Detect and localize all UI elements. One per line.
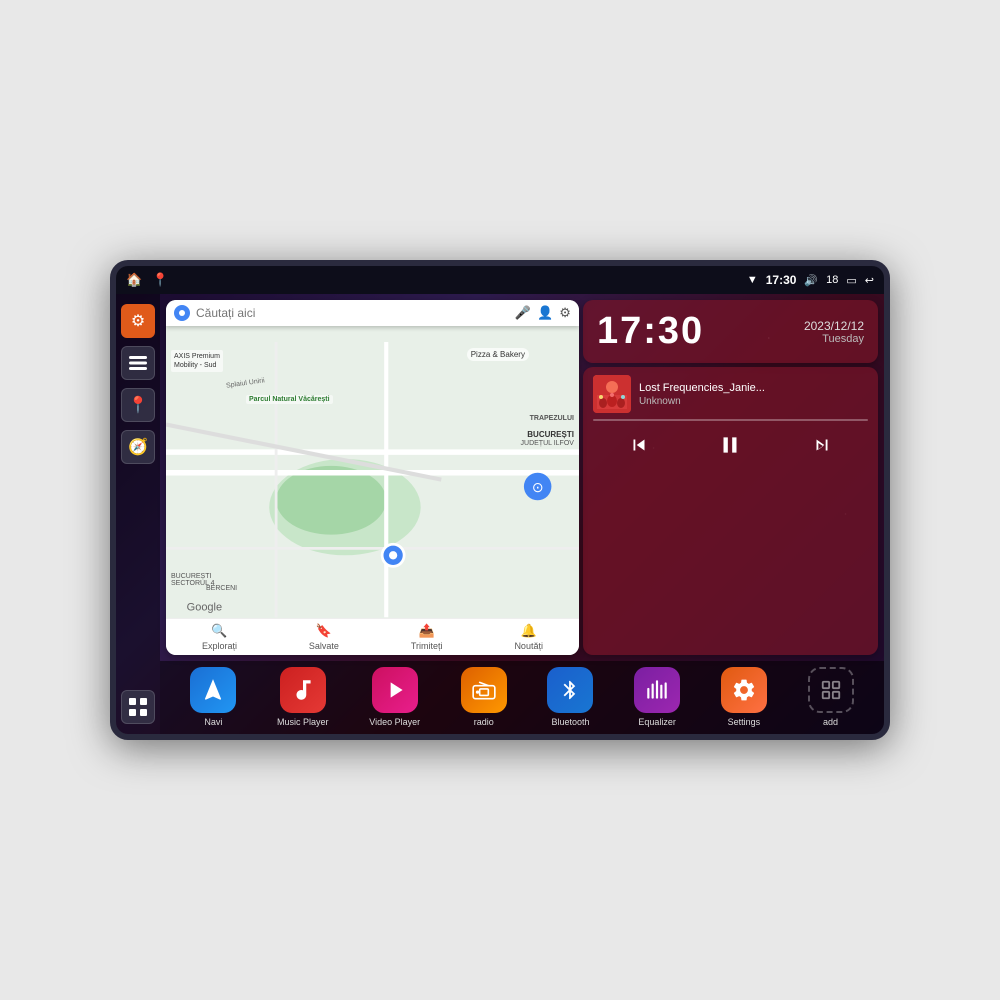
app-equalizer[interactable]: Equalizer bbox=[634, 667, 680, 728]
music-details: Lost Frequencies_Janie... Unknown bbox=[639, 382, 868, 407]
search-icon: 🔍 bbox=[211, 623, 227, 639]
status-bar: 🏠 📍 ▼ 17:30 🔊 18 ▭ ↩ bbox=[116, 266, 884, 294]
add-label: add bbox=[823, 717, 838, 728]
equalizer-icon-box bbox=[634, 667, 680, 713]
map-label-trimiteti: Trimiteți bbox=[411, 641, 443, 651]
music-title: Lost Frequencies_Janie... bbox=[639, 382, 868, 394]
sidebar-settings-btn[interactable]: ⚙ bbox=[121, 304, 155, 338]
album-art bbox=[593, 375, 631, 413]
status-time: 17:30 bbox=[766, 273, 797, 287]
settings-icon-box bbox=[721, 667, 767, 713]
settings-label: Settings bbox=[728, 717, 761, 728]
map-label-noutati: Noutăți bbox=[514, 641, 543, 651]
clock-day-text: Tuesday bbox=[804, 333, 864, 345]
navi-icon-box bbox=[190, 667, 236, 713]
status-right-info: ▼ 17:30 🔊 18 ▭ ↩ bbox=[747, 273, 874, 287]
sidebar-nav-btn[interactable]: 🧭 bbox=[121, 430, 155, 464]
back-icon[interactable]: ↩ bbox=[865, 274, 874, 287]
account-icon[interactable]: 👤 bbox=[537, 305, 553, 321]
map-bottom-bar: 🔍 Explorați 🔖 Salvate 📤 Trimiteți � bbox=[166, 618, 579, 655]
map-search-bar: 🎤 👤 ⚙ bbox=[166, 300, 579, 326]
volume-icon: 🔊 bbox=[804, 274, 818, 287]
music-player-icon-box bbox=[280, 667, 326, 713]
music-widget: Lost Frequencies_Janie... Unknown bbox=[583, 367, 878, 655]
mic-icon[interactable]: 🎤 bbox=[515, 305, 531, 321]
pause-button[interactable] bbox=[714, 429, 746, 461]
add-icon-box bbox=[808, 667, 854, 713]
next-button[interactable] bbox=[806, 429, 838, 461]
bookmark-icon: 🔖 bbox=[316, 623, 332, 639]
clock-time: 17:30 bbox=[597, 310, 704, 353]
video-player-label: Video Player bbox=[369, 717, 420, 728]
app-radio[interactable]: radio bbox=[461, 667, 507, 728]
battery-level: 18 bbox=[826, 274, 838, 286]
map-settings-icon[interactable]: ⚙ bbox=[559, 305, 571, 321]
map-item-noutati[interactable]: 🔔 Noutăți bbox=[514, 623, 543, 651]
clock-widget: 17:30 2023/12/12 Tuesday bbox=[583, 300, 878, 363]
music-controls bbox=[593, 429, 868, 461]
music-info: Lost Frequencies_Janie... Unknown bbox=[593, 375, 868, 413]
app-navi[interactable]: Navi bbox=[190, 667, 236, 728]
map-search-input[interactable] bbox=[196, 306, 509, 320]
map-item-trimiteti[interactable]: 📤 Trimiteți bbox=[411, 623, 443, 651]
battery-icon: ▭ bbox=[846, 274, 856, 287]
app-music-player[interactable]: Music Player bbox=[277, 667, 329, 728]
map-item-salvate[interactable]: 🔖 Salvate bbox=[309, 623, 339, 651]
home-icon[interactable]: 🏠 bbox=[126, 272, 142, 288]
sidebar-grid-btn[interactable] bbox=[121, 690, 155, 724]
map-svg: ⊙ Google bbox=[166, 330, 579, 629]
wifi-icon: ▼ bbox=[747, 274, 758, 286]
equalizer-label: Equalizer bbox=[638, 717, 676, 728]
bluetooth-label: Bluetooth bbox=[551, 717, 589, 728]
sidebar-files-btn[interactable] bbox=[121, 346, 155, 380]
clock-date-text: 2023/12/12 bbox=[804, 319, 864, 333]
app-add[interactable]: add bbox=[808, 667, 854, 728]
map-item-explorati[interactable]: 🔍 Explorați bbox=[202, 623, 237, 651]
right-panel: 17:30 2023/12/12 Tuesday bbox=[583, 300, 878, 655]
sidebar-location-btn[interactable]: 📍 bbox=[121, 388, 155, 422]
music-artist: Unknown bbox=[639, 396, 868, 407]
radio-label: radio bbox=[474, 717, 494, 728]
share-icon: 📤 bbox=[419, 623, 435, 639]
content-area: 🎤 👤 ⚙ bbox=[160, 294, 884, 734]
music-player-label: Music Player bbox=[277, 717, 329, 728]
map-widget[interactable]: 🎤 👤 ⚙ bbox=[166, 300, 579, 655]
top-section: 🎤 👤 ⚙ bbox=[160, 294, 884, 661]
main-area: ⚙ 📍 🧭 bbox=[116, 294, 884, 734]
prev-button[interactable] bbox=[623, 429, 655, 461]
video-player-icon-box bbox=[372, 667, 418, 713]
svg-text:⊙: ⊙ bbox=[532, 480, 544, 495]
navi-label: Navi bbox=[204, 717, 222, 728]
map-label-explorati: Explorați bbox=[202, 641, 237, 651]
maps-icon[interactable]: 📍 bbox=[152, 272, 168, 288]
clock-date: 2023/12/12 Tuesday bbox=[804, 319, 864, 345]
app-grid-section: Navi Music Player bbox=[160, 661, 884, 734]
sidebar: ⚙ 📍 🧭 bbox=[116, 294, 160, 734]
radio-icon-box bbox=[461, 667, 507, 713]
status-left-icons: 🏠 📍 bbox=[126, 272, 168, 288]
app-settings[interactable]: Settings bbox=[721, 667, 767, 728]
svg-text:Google: Google bbox=[187, 601, 222, 613]
device-frame: 🏠 📍 ▼ 17:30 🔊 18 ▭ ↩ ⚙ 📍 🧭 bbox=[110, 260, 890, 740]
bluetooth-icon-box bbox=[547, 667, 593, 713]
app-bluetooth[interactable]: Bluetooth bbox=[547, 667, 593, 728]
app-grid: Navi Music Player bbox=[170, 667, 874, 728]
google-maps-logo bbox=[174, 305, 190, 321]
map-label-salvate: Salvate bbox=[309, 641, 339, 651]
bell-icon: 🔔 bbox=[521, 623, 537, 639]
music-progress-bar[interactable] bbox=[593, 419, 868, 421]
app-video-player[interactable]: Video Player bbox=[369, 667, 420, 728]
